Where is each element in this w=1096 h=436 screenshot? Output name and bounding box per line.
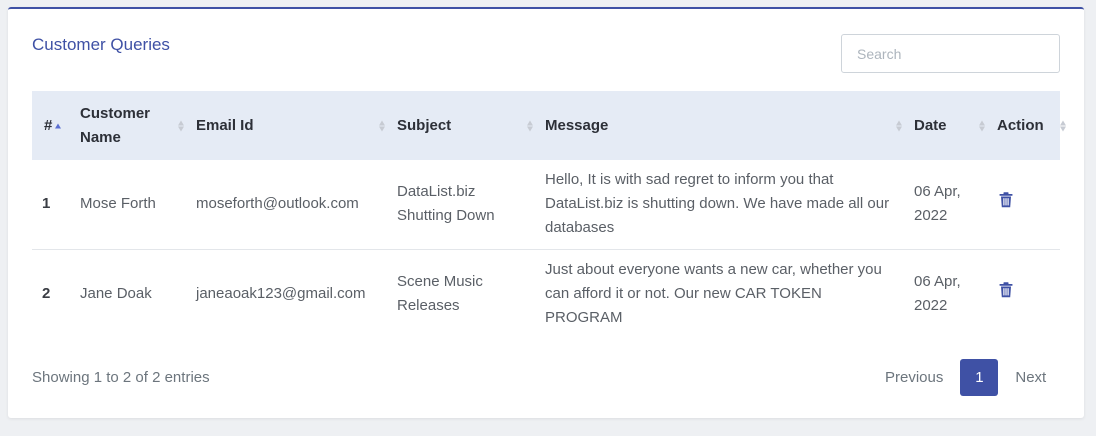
table-row: 1 Mose Forth moseforth@outlook.com DataL… xyxy=(32,160,1060,249)
email: janeaoak123@gmail.com xyxy=(196,284,366,302)
page-1-button[interactable]: 1 xyxy=(960,359,999,396)
action-cell xyxy=(987,249,1060,338)
column-header-label: # xyxy=(44,116,53,134)
column-header-label: Date xyxy=(914,116,947,134)
trash-icon[interactable] xyxy=(999,192,1013,208)
table-header-row: # Customer Name Email Id Subject Message xyxy=(32,91,1066,160)
column-header-label: Email Id xyxy=(196,116,254,134)
customer-queries-card: Customer Queries # Customer Name xyxy=(8,7,1084,418)
sort-icon xyxy=(178,120,184,131)
sort-icon xyxy=(379,120,385,131)
row-number: 2 xyxy=(42,284,51,302)
date: 06 Apr, 2022 xyxy=(914,272,961,314)
column-header-label: Customer Name xyxy=(80,104,151,146)
previous-page-button[interactable]: Previous xyxy=(872,359,956,396)
column-header-number[interactable]: # xyxy=(32,91,70,160)
subject: Scene Music Releases xyxy=(397,272,483,314)
column-header-date[interactable]: Date xyxy=(904,91,987,160)
row-number: 1 xyxy=(42,195,51,213)
column-header-message[interactable]: Message xyxy=(535,91,904,160)
sort-icon xyxy=(979,120,985,131)
column-header-email[interactable]: Email Id xyxy=(186,91,387,160)
pagination: Previous 1 Next xyxy=(872,359,1059,396)
sort-icon xyxy=(527,120,533,131)
column-header-action[interactable]: Action xyxy=(987,91,1066,160)
sort-icon xyxy=(896,120,902,131)
column-header-subject[interactable]: Subject xyxy=(387,91,535,160)
customer-name: Mose Forth xyxy=(80,195,156,213)
message: Hello, It is with sad regret to inform y… xyxy=(545,171,890,237)
search-input[interactable] xyxy=(841,34,1060,73)
entries-info: Showing 1 to 2 of 2 entries xyxy=(32,369,210,386)
sort-icon xyxy=(55,123,61,128)
message: Just about everyone wants a new car, whe… xyxy=(545,260,882,326)
card-title: Customer Queries xyxy=(32,35,170,54)
subject: DataList.biz Shutting Down xyxy=(397,183,495,225)
email: moseforth@outlook.com xyxy=(196,195,359,213)
queries-table: # Customer Name Email Id Subject Message xyxy=(32,91,1066,338)
trash-icon[interactable] xyxy=(999,282,1013,298)
next-page-button[interactable]: Next xyxy=(1002,359,1059,396)
action-cell xyxy=(987,160,1060,249)
customer-name: Jane Doak xyxy=(80,284,152,302)
sort-icon xyxy=(1060,120,1066,131)
column-header-label: Action xyxy=(997,116,1044,134)
table-row: 2 Jane Doak janeaoak123@gmail.com Scene … xyxy=(32,249,1060,338)
column-header-label: Message xyxy=(545,116,609,134)
column-header-customer-name[interactable]: Customer Name xyxy=(70,91,186,160)
date: 06 Apr, 2022 xyxy=(914,183,961,225)
column-header-label: Subject xyxy=(397,116,452,134)
